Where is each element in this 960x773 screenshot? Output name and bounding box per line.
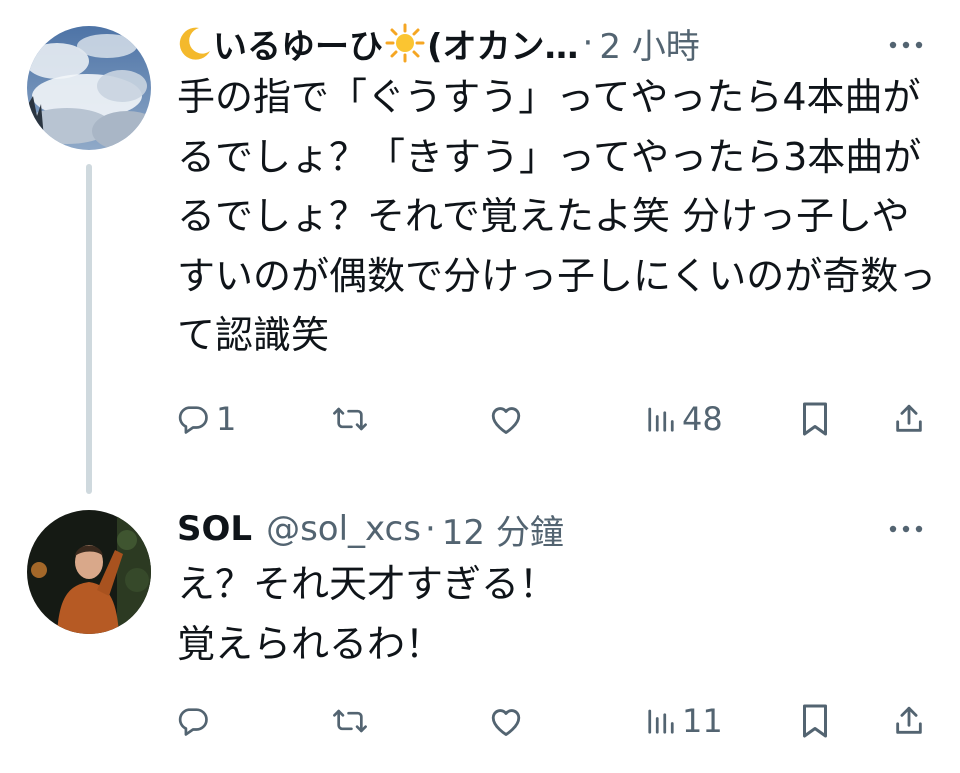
heart-icon — [491, 709, 521, 736]
retweet-icon — [333, 407, 367, 431]
views-button[interactable]: 48 — [646, 394, 723, 444]
timestamp[interactable]: 12 分鐘 — [442, 505, 564, 554]
crescent-moon-icon — [179, 27, 210, 60]
reply-count: 1 — [216, 400, 237, 438]
retweet-button[interactable] — [330, 696, 376, 746]
retweet-icon — [333, 709, 367, 733]
reply-button[interactable]: 1 — [176, 394, 236, 444]
avatar-image — [27, 26, 151, 150]
display-name-suffix: (オカン… — [427, 26, 579, 67]
action-bar: 11 — [170, 696, 950, 746]
separator: · — [582, 23, 594, 63]
tweet[interactable]: SOL @sol_xcs · 12 分鐘 え？それ天才すぎる！ 覚えられるわ！ — [0, 500, 960, 773]
avatar[interactable] — [27, 510, 151, 634]
retweet-button[interactable] — [330, 394, 376, 444]
avatar[interactable] — [27, 26, 151, 150]
views-icon — [648, 407, 674, 432]
thread-connector-line — [86, 164, 92, 494]
tweet[interactable]: いるゆーひ (オカン… · 2 小時 手の指で「ぐうすう」ってやったら4本曲がる… — [0, 0, 960, 500]
tweet-text: 手の指で「ぐうすう」ってやったら4本曲がるでしょ？「きすう」ってやったら3本曲が… — [177, 75, 937, 357]
display-name-text: いるゆーひ — [213, 26, 383, 67]
display-name-text: SOL — [177, 509, 253, 549]
tweet-text: え？それ天才すぎる！ 覚えられるわ！ — [177, 562, 558, 666]
sun-icon — [385, 23, 425, 63]
views-button[interactable]: 11 — [646, 696, 723, 746]
avatar-image — [27, 510, 151, 634]
like-button[interactable] — [488, 696, 530, 746]
bookmark-button[interactable] — [800, 696, 830, 746]
share-button[interactable] — [892, 394, 926, 444]
bookmark-icon — [803, 402, 827, 436]
action-bar: 1 48 — [170, 394, 950, 444]
reply-icon — [178, 406, 208, 434]
timestamp[interactable]: 2 小時 — [599, 19, 699, 68]
views-count: 48 — [682, 400, 723, 438]
tweet-header: SOL @sol_xcs · 12 分鐘 — [177, 504, 930, 554]
tweet-header: いるゆーひ (オカン… · 2 小時 — [177, 18, 930, 68]
bookmark-icon — [803, 704, 827, 738]
heart-icon — [491, 407, 521, 434]
separator: · — [424, 509, 436, 549]
display-name[interactable]: SOL — [177, 509, 252, 549]
more-icon[interactable] — [886, 32, 926, 58]
share-icon — [896, 404, 922, 432]
more-icon[interactable] — [886, 516, 926, 542]
bookmark-button[interactable] — [800, 394, 830, 444]
views-icon — [648, 709, 674, 734]
reply-icon — [178, 708, 208, 736]
display-name[interactable]: いるゆーひ (オカン… — [177, 19, 579, 68]
like-button[interactable] — [488, 394, 530, 444]
user-handle[interactable]: @sol_xcs — [266, 509, 421, 549]
share-icon — [896, 706, 922, 734]
reply-button[interactable] — [176, 696, 216, 746]
views-count: 11 — [682, 702, 723, 740]
share-button[interactable] — [892, 696, 926, 746]
